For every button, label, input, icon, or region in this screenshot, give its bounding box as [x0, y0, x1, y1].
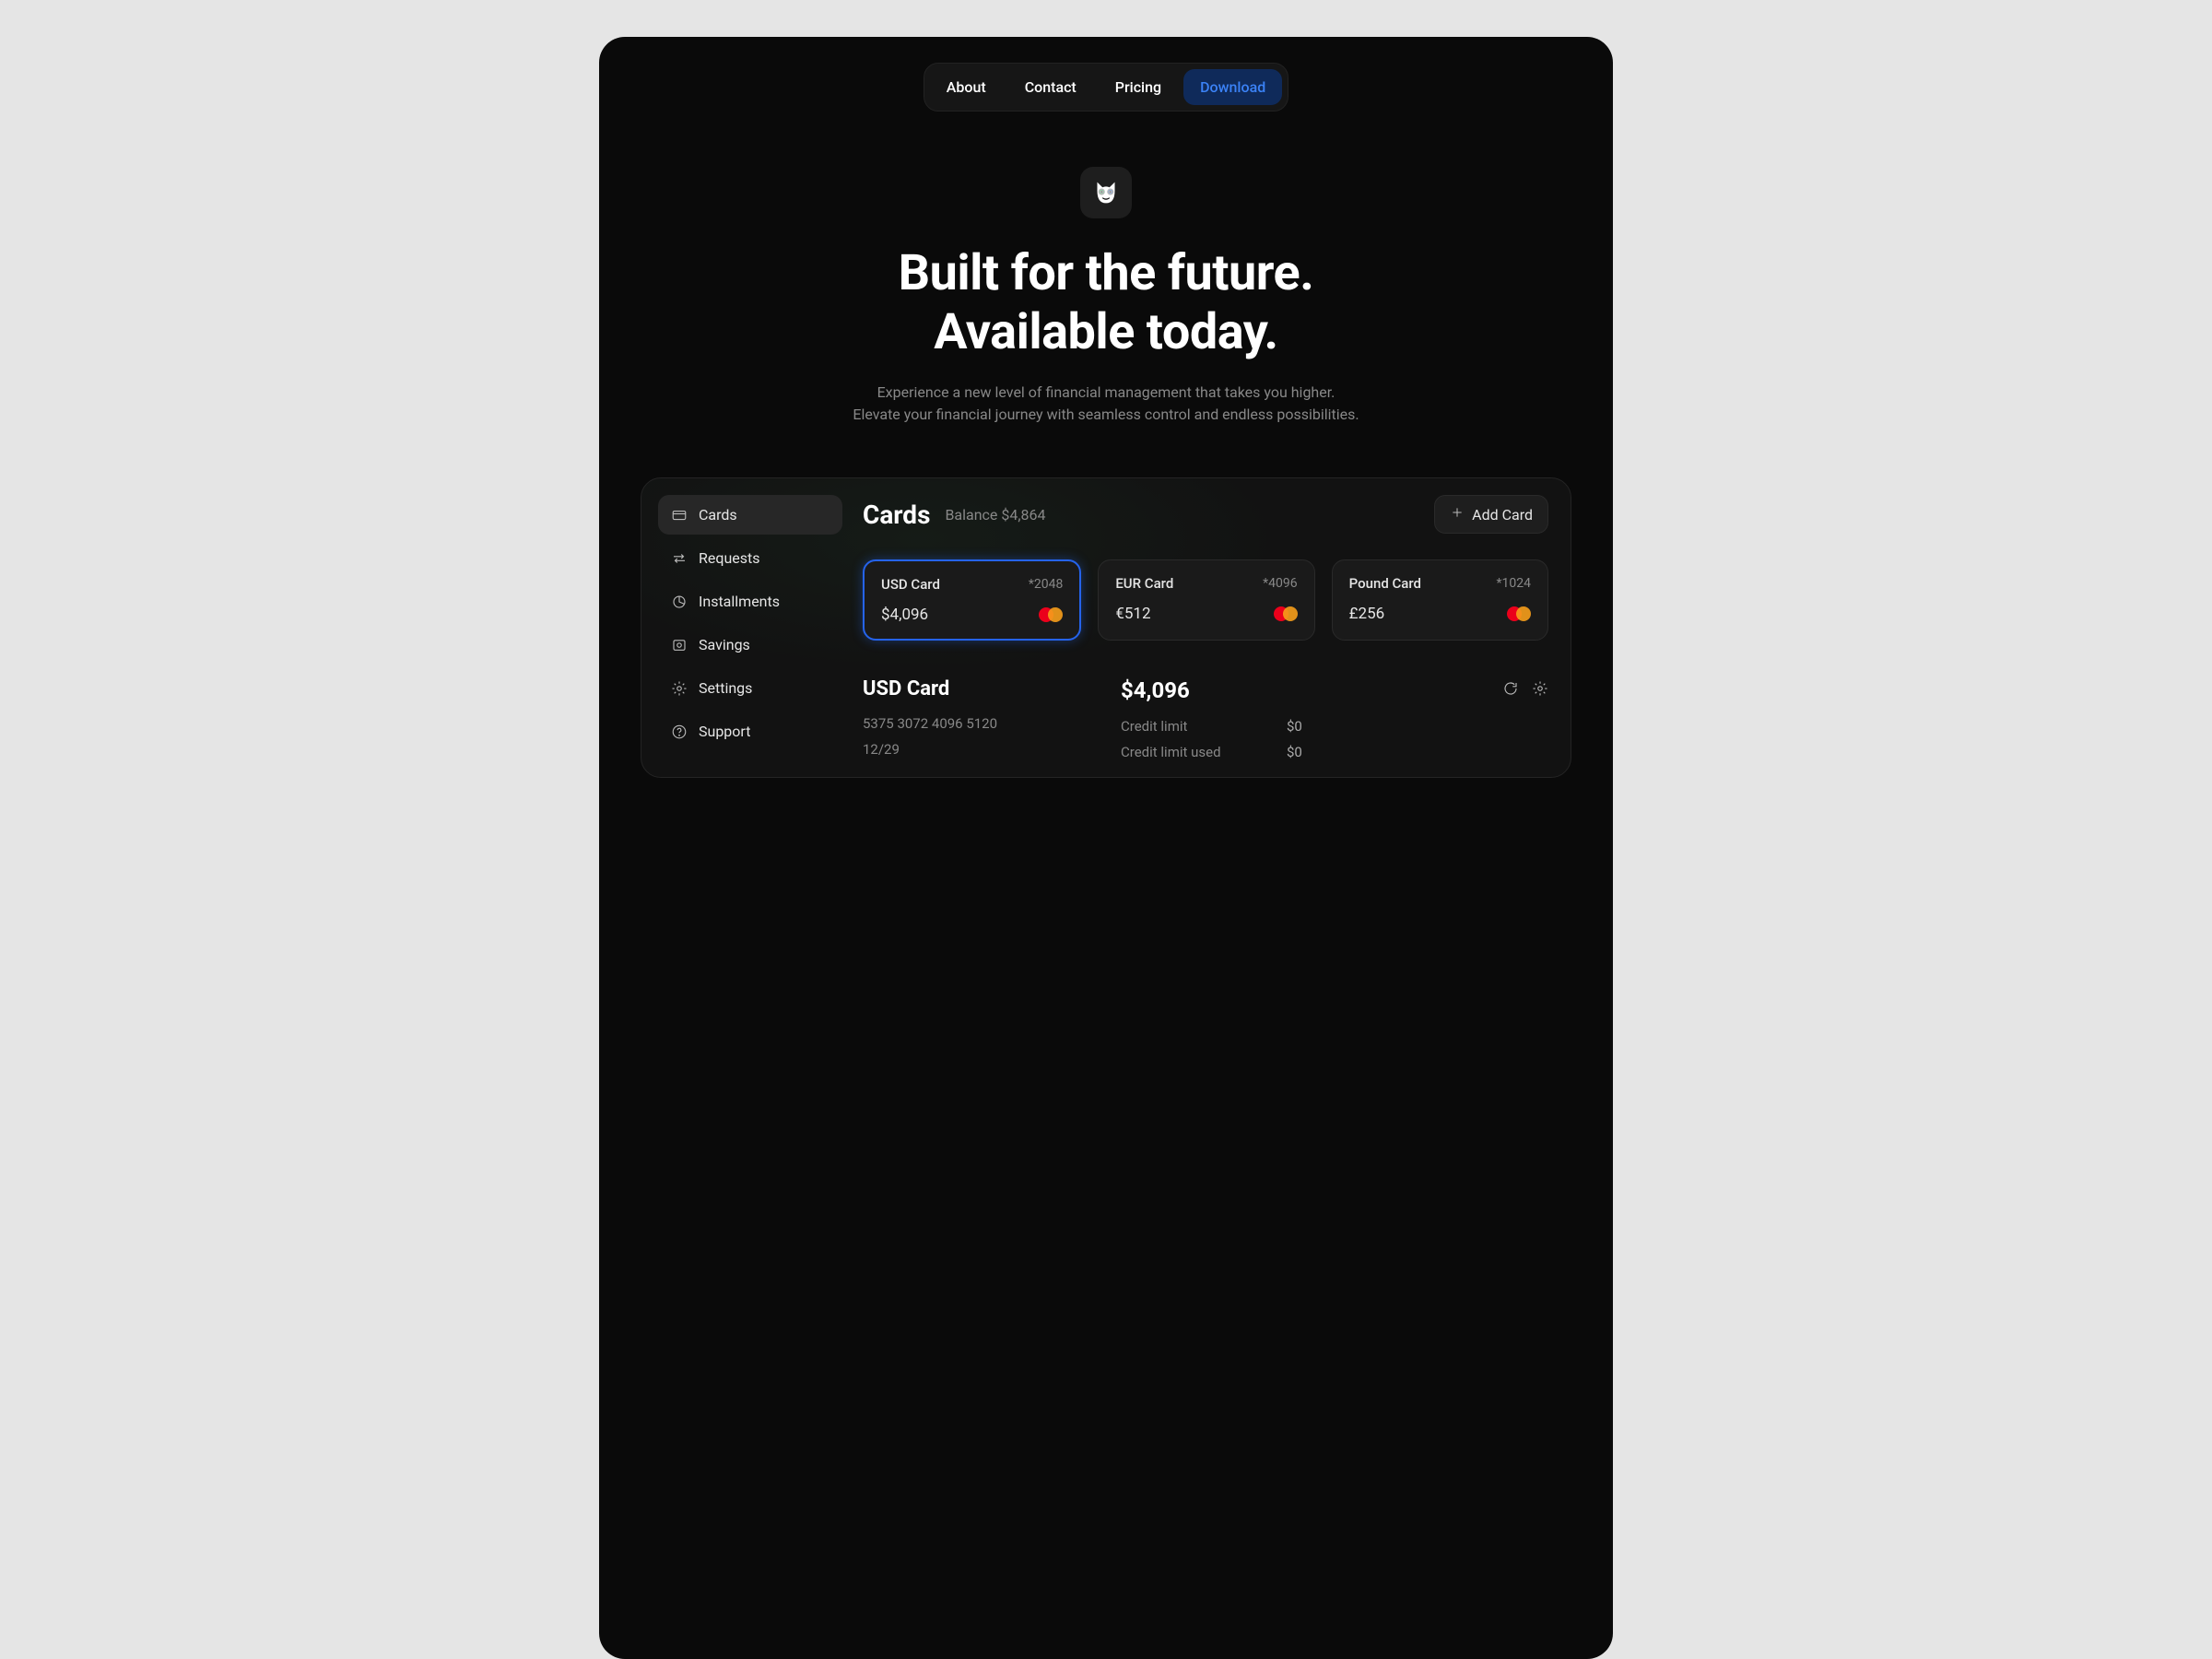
app-window: About Contact Pricing Download Built for… [599, 37, 1613, 1659]
hero-subtitle: Experience a new level of financial mana… [853, 382, 1359, 426]
card-eur[interactable]: EUR Card *4096 €512 [1098, 559, 1314, 641]
cards-row: USD Card *2048 $4,096 EUR Card *4096 €51… [863, 559, 1548, 641]
sidebar-item-label: Cards [699, 506, 737, 524]
sidebar-item-installments[interactable]: Installments [658, 582, 842, 621]
nav-about[interactable]: About [930, 69, 1003, 105]
detail-card-expiry: 12/29 [863, 741, 1065, 758]
sidebar-item-cards[interactable]: Cards [658, 495, 842, 535]
gear-icon [671, 680, 688, 697]
refresh-button[interactable] [1502, 680, 1519, 700]
card-masked: *2048 [1029, 577, 1064, 592]
card-detail-right: $4,096 Credit limit [1121, 677, 1548, 760]
card-amount: €512 [1115, 605, 1150, 623]
detail-card-name: USD Card [863, 677, 1065, 700]
transfer-icon [671, 550, 688, 567]
main-header: Cards Balance $4,864 Add Card [863, 495, 1548, 534]
sidebar-item-savings[interactable]: Savings [658, 625, 842, 665]
card-detail-left: USD Card 5375 3072 4096 5120 12/29 [863, 677, 1065, 760]
detail-row: Credit limit $0 [1121, 718, 1548, 735]
card-icon [671, 507, 688, 524]
detail-amount: $4,096 [1121, 677, 1190, 703]
mastercard-icon [1039, 606, 1063, 623]
pie-icon [671, 594, 688, 610]
app-logo [1080, 167, 1132, 218]
nav-pricing[interactable]: Pricing [1099, 69, 1178, 105]
detail-row: Credit limit used $0 [1121, 744, 1548, 760]
card-usd[interactable]: USD Card *2048 $4,096 [863, 559, 1081, 641]
sidebar-item-label: Requests [699, 549, 760, 567]
card-name: EUR Card [1115, 575, 1173, 592]
sidebar-item-settings[interactable]: Settings [658, 668, 842, 708]
detail-row-value: $0 [1287, 744, 1302, 760]
sidebar-item-label: Settings [699, 679, 752, 697]
plus-icon [1450, 505, 1465, 524]
card-detail: USD Card 5375 3072 4096 5120 12/29 $4,09… [863, 677, 1548, 760]
sidebar: Cards Requests Installments Savings [658, 495, 842, 760]
card-pound[interactable]: Pound Card *1024 £256 [1332, 559, 1548, 641]
mastercard-icon [1274, 606, 1298, 622]
sidebar-item-label: Support [699, 723, 750, 740]
card-masked: *4096 [1263, 576, 1298, 591]
card-masked: *1024 [1496, 576, 1531, 591]
safe-icon [671, 637, 688, 653]
nav-download[interactable]: Download [1183, 69, 1282, 105]
detail-row-value: $0 [1287, 718, 1302, 735]
dashboard-panel: Cards Requests Installments Savings [641, 477, 1571, 778]
nav-contact[interactable]: Contact [1008, 69, 1093, 105]
card-name: Pound Card [1349, 575, 1421, 592]
top-nav: About Contact Pricing Download [924, 63, 1288, 112]
card-name: USD Card [881, 576, 940, 593]
main-content: Cards Balance $4,864 Add Card USD Card *… [863, 495, 1554, 760]
card-amount: $4,096 [881, 606, 928, 624]
mastercard-icon [1507, 606, 1531, 622]
sidebar-item-support[interactable]: Support [658, 712, 842, 751]
detail-row-label: Credit limit [1121, 718, 1287, 735]
detail-row-label: Credit limit used [1121, 744, 1287, 760]
help-icon [671, 724, 688, 740]
balance-label: Balance $4,864 [945, 506, 1045, 524]
add-card-button[interactable]: Add Card [1434, 495, 1548, 534]
sidebar-item-label: Installments [699, 593, 780, 610]
sidebar-item-requests[interactable]: Requests [658, 538, 842, 578]
add-card-label: Add Card [1472, 506, 1533, 524]
detail-card-number: 5375 3072 4096 5120 [863, 715, 1065, 732]
hero-title: Built for the future. Available today. [899, 244, 1314, 361]
settings-button[interactable] [1532, 680, 1548, 700]
sidebar-item-label: Savings [699, 636, 750, 653]
card-amount: £256 [1349, 605, 1385, 623]
page-title: Cards [863, 500, 930, 530]
